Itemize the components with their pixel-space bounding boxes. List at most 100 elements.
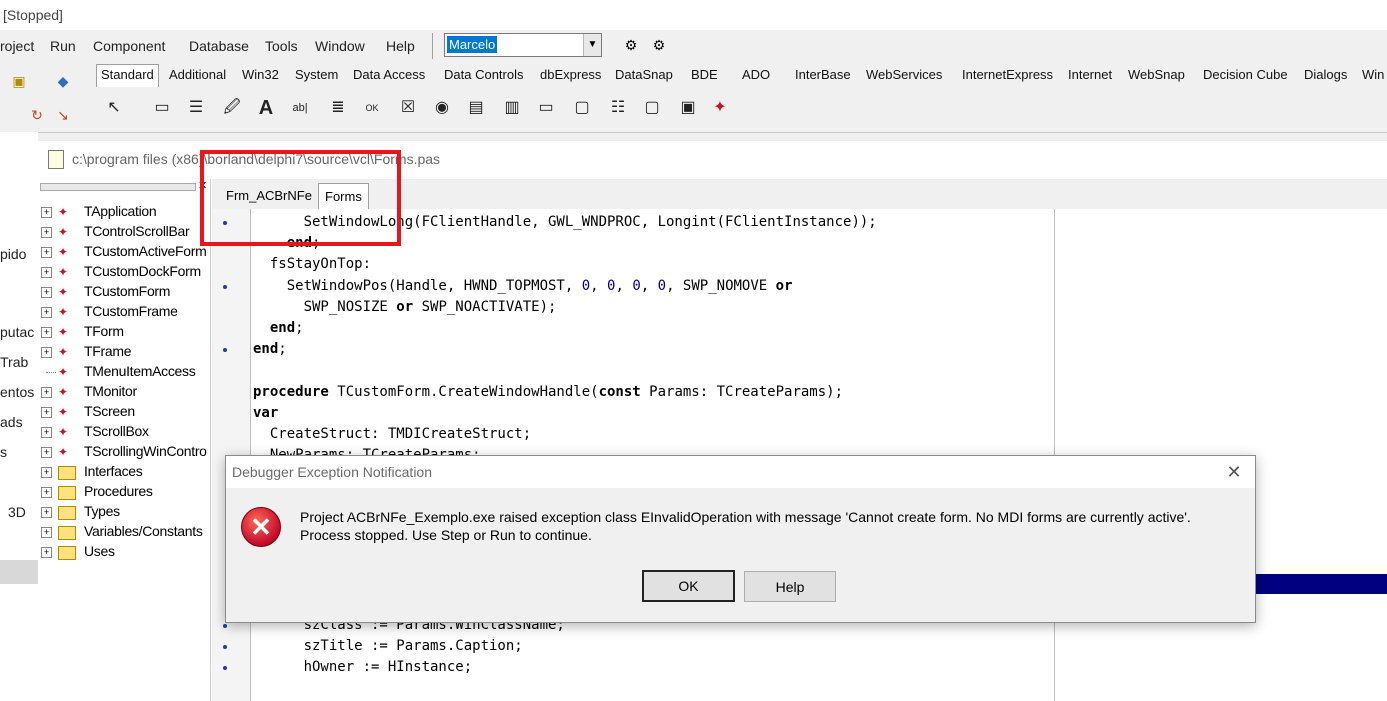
menu-window[interactable]: Window	[315, 38, 365, 54]
panel-icon[interactable]: ▢	[640, 96, 664, 120]
error-icon: ✕	[241, 507, 281, 547]
tab-standard[interactable]: Standard	[96, 64, 159, 87]
expand-icon[interactable]: +	[41, 507, 52, 518]
tab-internet[interactable]: Internet	[1068, 67, 1112, 82]
tab-dbexpress[interactable]: dbExpress	[540, 67, 601, 82]
button-icon[interactable]: OK	[360, 96, 384, 120]
tree-item[interactable]: + Types	[38, 503, 210, 523]
component-icon[interactable]: ✦	[708, 96, 732, 120]
save-desktop-icon[interactable]: ⚙	[620, 34, 642, 56]
pointer-icon[interactable]: ↖	[102, 96, 126, 120]
scrollbar-icon[interactable]: ▭	[534, 96, 558, 120]
tab-bde[interactable]: BDE	[691, 67, 718, 82]
tree-item[interactable]: + ✦ TForm	[38, 323, 210, 343]
tree-item[interactable]: + ✦ TCustomActiveForm	[38, 243, 210, 263]
tab-interbase[interactable]: InterBase	[795, 67, 851, 82]
tab-internetexpress[interactable]: InternetExpress	[962, 67, 1053, 82]
expand-icon[interactable]: +	[41, 527, 52, 538]
expand-icon[interactable]: +	[41, 207, 52, 218]
executable-line-marker[interactable]	[223, 645, 227, 649]
tab-websnap[interactable]: WebSnap	[1128, 67, 1185, 82]
menu-help[interactable]: Help	[386, 38, 415, 54]
tree-item-label: TFrame	[84, 343, 132, 359]
checkbox-icon[interactable]: ☒	[396, 96, 420, 120]
popupmenu-icon[interactable]: 🖉	[220, 96, 244, 120]
step-over-icon[interactable]: ↻	[26, 104, 48, 126]
ok-button[interactable]: OK	[642, 570, 735, 602]
expand-icon[interactable]: +	[41, 347, 52, 358]
groupbox-icon[interactable]: ▢	[570, 96, 594, 120]
expand-icon[interactable]: +	[41, 467, 52, 478]
expand-icon[interactable]: +	[41, 227, 52, 238]
combobox-icon[interactable]: ▥	[500, 96, 524, 120]
chevron-down-icon[interactable]: ▼	[583, 34, 601, 56]
expand-icon[interactable]: +	[41, 487, 52, 498]
radiogroup-icon[interactable]: ☷	[606, 96, 630, 120]
tree-item[interactable]: + ✦ TScreen	[38, 403, 210, 423]
edit-icon[interactable]: ab|	[288, 96, 312, 120]
tree-item[interactable]: + ✦ TFrame	[38, 343, 210, 363]
actionlist-icon[interactable]: ▣	[676, 96, 700, 120]
expand-icon[interactable]: +	[41, 287, 52, 298]
expand-icon[interactable]: +	[41, 247, 52, 258]
expand-icon[interactable]: +	[41, 387, 52, 398]
radiobutton-icon[interactable]: ◉	[430, 96, 454, 120]
tab-dialogs[interactable]: Dialogs	[1304, 67, 1347, 82]
listbox-icon[interactable]: ▤	[464, 96, 488, 120]
expand-icon[interactable]: +	[41, 547, 52, 558]
executable-line-marker[interactable]	[223, 666, 227, 671]
tree-item[interactable]: + Procedures	[38, 483, 210, 503]
tree-item[interactable]: + ✦ TControlScrollBar	[38, 223, 210, 243]
tab-additional[interactable]: Additional	[169, 67, 226, 82]
desktop-combo[interactable]: Marcelo ▼	[444, 33, 602, 57]
open-project-icon[interactable]: ▣	[8, 70, 30, 92]
expand-icon[interactable]: +	[41, 327, 52, 338]
tab-webservices[interactable]: WebServices	[866, 67, 942, 82]
menu-database[interactable]: Database	[189, 38, 249, 54]
mainmenu-icon[interactable]: ☰	[184, 96, 208, 120]
executable-line-marker[interactable]	[223, 623, 227, 628]
tree-item-label: TScrollBox	[84, 423, 149, 439]
code-line: hOwner := HInstance;	[253, 659, 473, 676]
menu-run[interactable]: Run	[50, 38, 76, 54]
tree-item[interactable]: + ✦ TMonitor	[38, 383, 210, 403]
close-icon[interactable]: ✕	[1223, 461, 1245, 483]
tree-item[interactable]: + ✦ TCustomForm	[38, 283, 210, 303]
tree-item[interactable]: + ✦ TScrollBox	[38, 423, 210, 443]
tree-item[interactable]: + ✦ TCustomDockForm	[38, 263, 210, 283]
menu-component[interactable]: Component	[93, 38, 165, 54]
expand-icon[interactable]: +	[41, 427, 52, 438]
tab-system[interactable]: System	[295, 67, 338, 82]
set-debug-desktop-icon[interactable]: ⚙	[648, 34, 670, 56]
tab-data-controls[interactable]: Data Controls	[444, 67, 523, 82]
executable-line-marker[interactable]	[223, 348, 227, 353]
tab-decision-cube[interactable]: Decision Cube	[1203, 67, 1288, 82]
expand-icon[interactable]: +	[41, 447, 52, 458]
label-icon[interactable]: A	[254, 96, 278, 120]
expand-icon[interactable]: +	[41, 407, 52, 418]
help-button[interactable]: Help	[744, 571, 836, 602]
view-unit-icon[interactable]: ◆	[52, 70, 74, 92]
frame-icon[interactable]: ▭	[150, 96, 174, 120]
menu-tools[interactable]: Tools	[265, 38, 298, 54]
expand-icon[interactable]: +	[41, 307, 52, 318]
menu-project[interactable]: roject	[0, 38, 34, 54]
tab-win32[interactable]: Win32	[242, 67, 279, 82]
tree-item[interactable]: + ✦ TApplication	[38, 203, 210, 223]
tree-item[interactable]: + Interfaces	[38, 463, 210, 483]
tree-item[interactable]: + ✦ TScrollingWinContro	[38, 443, 210, 463]
tree-item[interactable]: + Variables/Constants	[38, 523, 210, 543]
tree-item[interactable]: ✦ TMenuItemAccess	[38, 363, 210, 383]
tab-ado[interactable]: ADO	[742, 67, 770, 82]
memo-icon[interactable]: ≣	[326, 96, 350, 120]
tab-data-access[interactable]: Data Access	[353, 67, 425, 82]
trace-into-icon[interactable]: ↘	[52, 104, 74, 126]
tab-win[interactable]: Win	[1362, 67, 1384, 82]
tab-datasnap[interactable]: DataSnap	[615, 67, 673, 82]
expand-icon[interactable]: +	[41, 267, 52, 278]
dialog-title: Debugger Exception Notification	[232, 464, 433, 480]
executable-line-marker[interactable]	[223, 284, 227, 289]
tree-item[interactable]: + ✦ TCustomFrame	[38, 303, 210, 323]
explorer-splitter[interactable]	[40, 183, 196, 191]
tree-item[interactable]: + Uses	[38, 543, 210, 563]
